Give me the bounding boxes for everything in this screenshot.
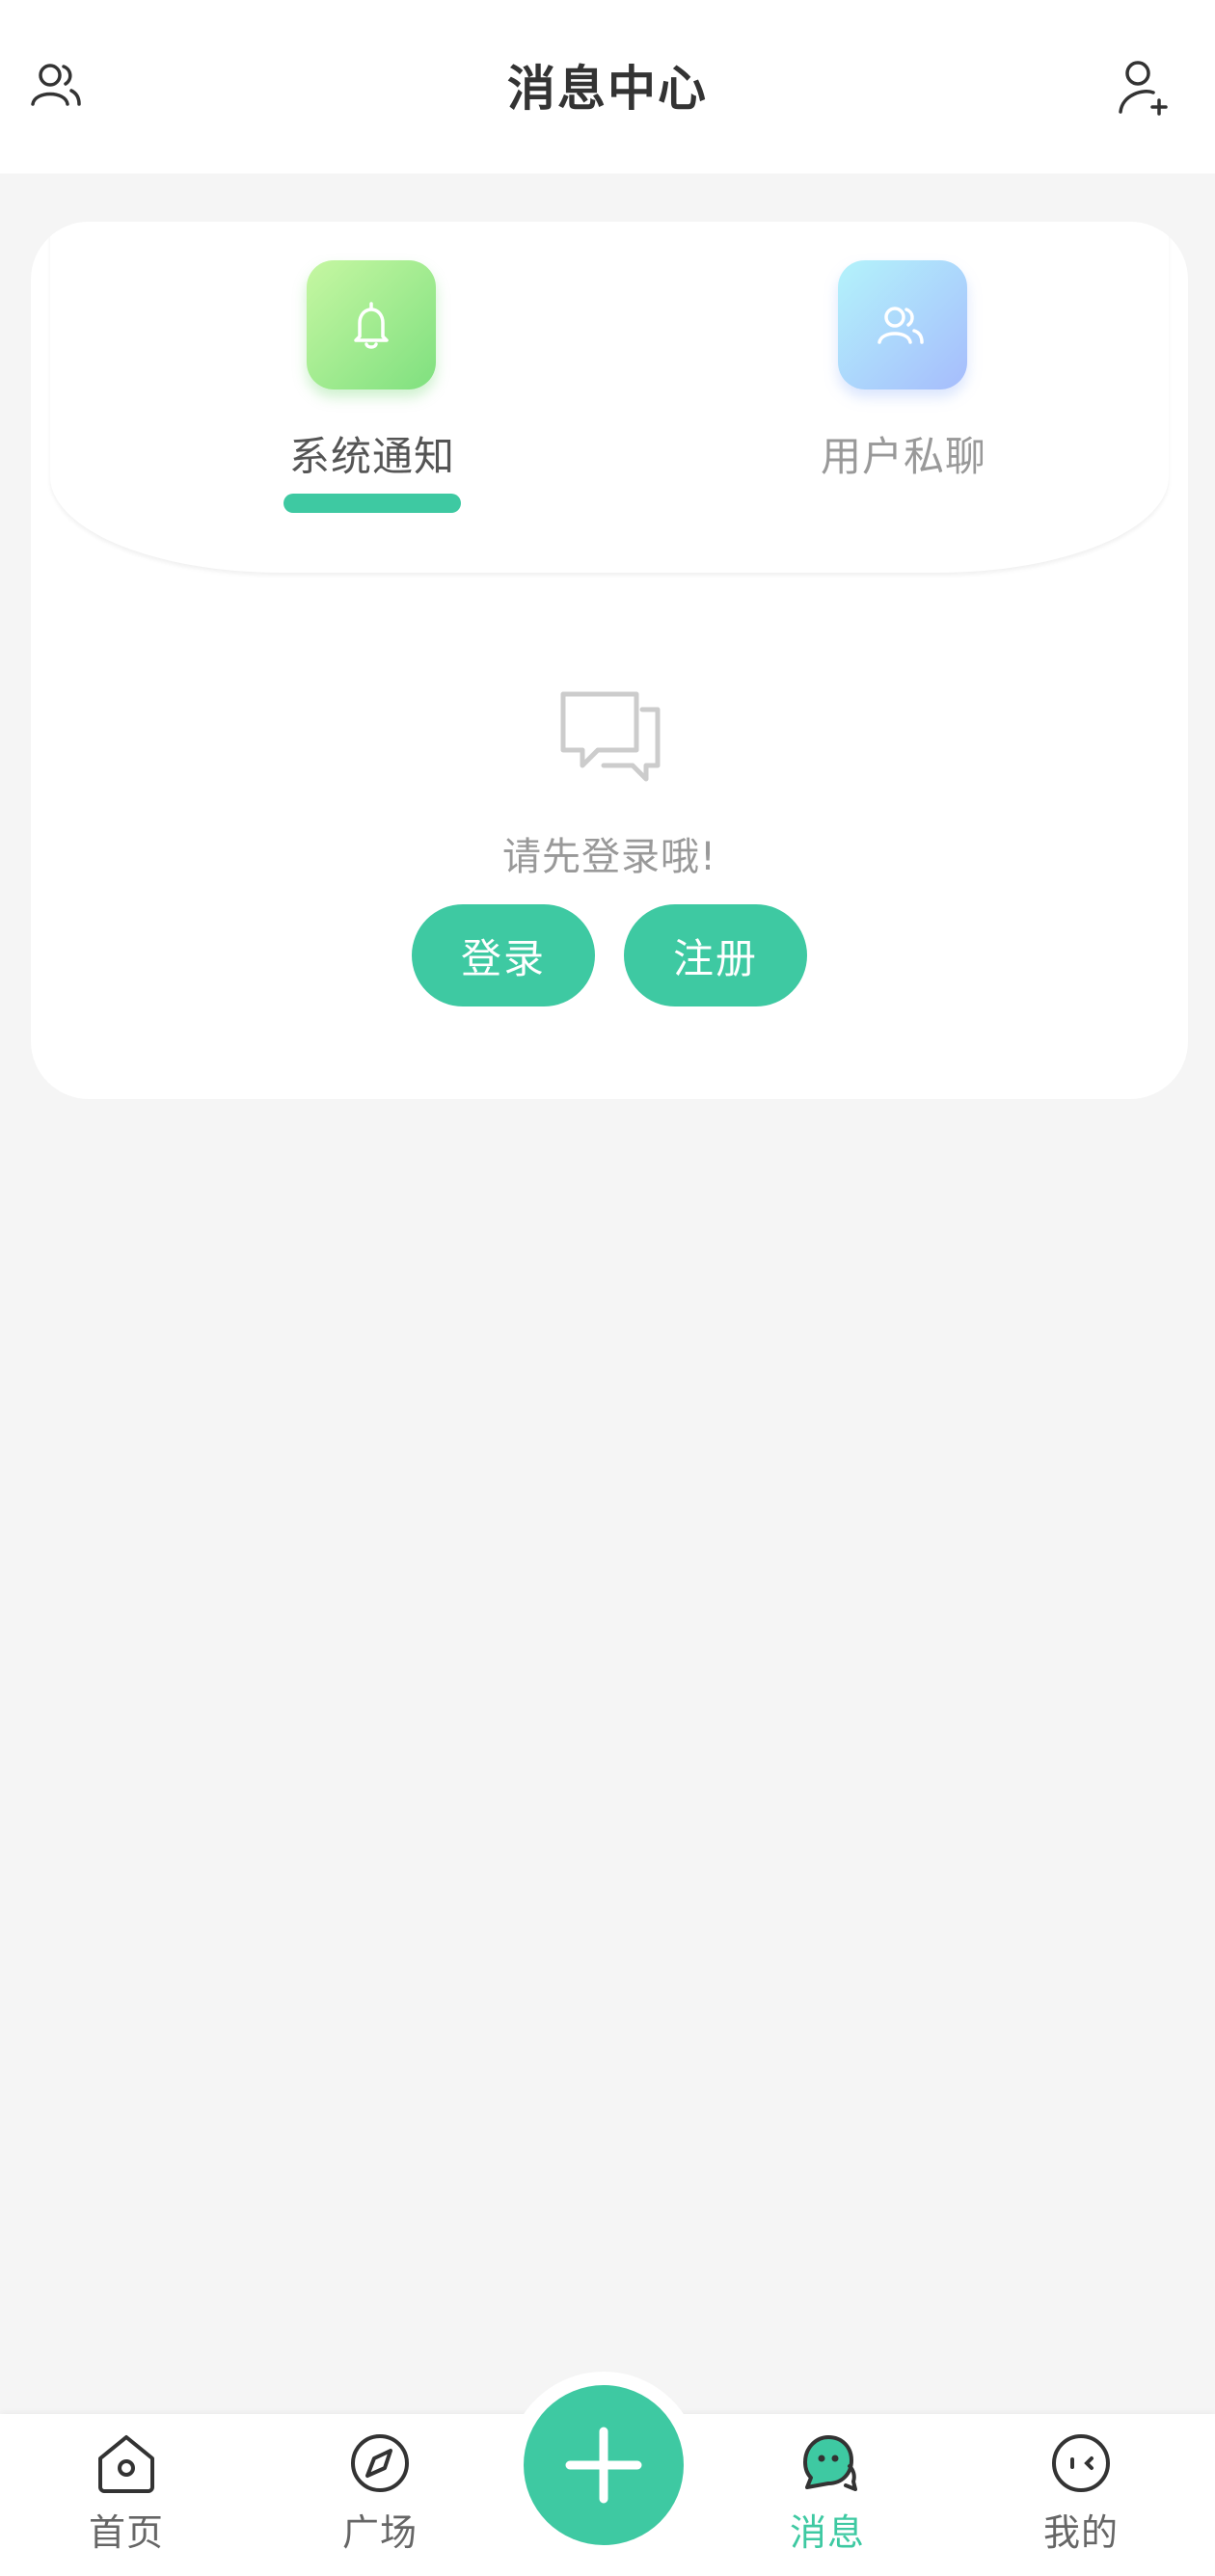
face-icon <box>1052 2434 1110 2492</box>
register-button[interactable]: 注册 <box>624 904 807 1006</box>
system-badge <box>307 260 436 389</box>
chat-bubbles-icon <box>560 691 661 782</box>
nav-label: 消息 <box>789 2511 865 2554</box>
active-tab-indicator <box>284 494 461 513</box>
compass-icon <box>351 2434 409 2492</box>
add-user-button[interactable] <box>1103 48 1180 125</box>
nav-item-square[interactable]: 广场 <box>293 2414 467 2576</box>
users-icon <box>878 307 924 344</box>
nav-item-messages[interactable]: 消息 <box>741 2414 914 2576</box>
nav-item-mine[interactable]: 我的 <box>994 2414 1168 2576</box>
nav-label: 我的 <box>1042 2511 1119 2554</box>
nav-label: 首页 <box>88 2511 164 2554</box>
page-title: 消息中心 <box>507 61 708 117</box>
create-post-button[interactable] <box>524 2385 684 2545</box>
message-icon <box>803 2435 857 2491</box>
bell-icon <box>354 302 389 349</box>
nav-item-home[interactable]: 首页 <box>40 2414 213 2576</box>
empty-state-text: 请先登录哦! <box>501 835 717 879</box>
login-button[interactable]: 登录 <box>412 904 595 1006</box>
nav-label: 广场 <box>341 2511 418 2554</box>
top-bar: 消息中心 <box>0 0 1215 174</box>
plus-icon <box>565 2427 642 2504</box>
empty-state-illustration <box>555 683 667 794</box>
add-user-icon <box>1119 61 1168 116</box>
tab-label: 用户私聊 <box>820 433 986 480</box>
home-icon <box>98 2435 154 2493</box>
tab-private-chat[interactable]: 用户私聊 <box>759 260 1048 550</box>
message-tabs: 系统通知 用户私聊 <box>50 222 1169 573</box>
message-card: 系统通知 用户私聊 请先登录哦! 登录 注册 <box>31 222 1188 1099</box>
tab-label: 系统通知 <box>288 433 455 480</box>
private-badge <box>838 260 967 389</box>
tab-system-notifications[interactable]: 系统通知 <box>228 260 517 550</box>
